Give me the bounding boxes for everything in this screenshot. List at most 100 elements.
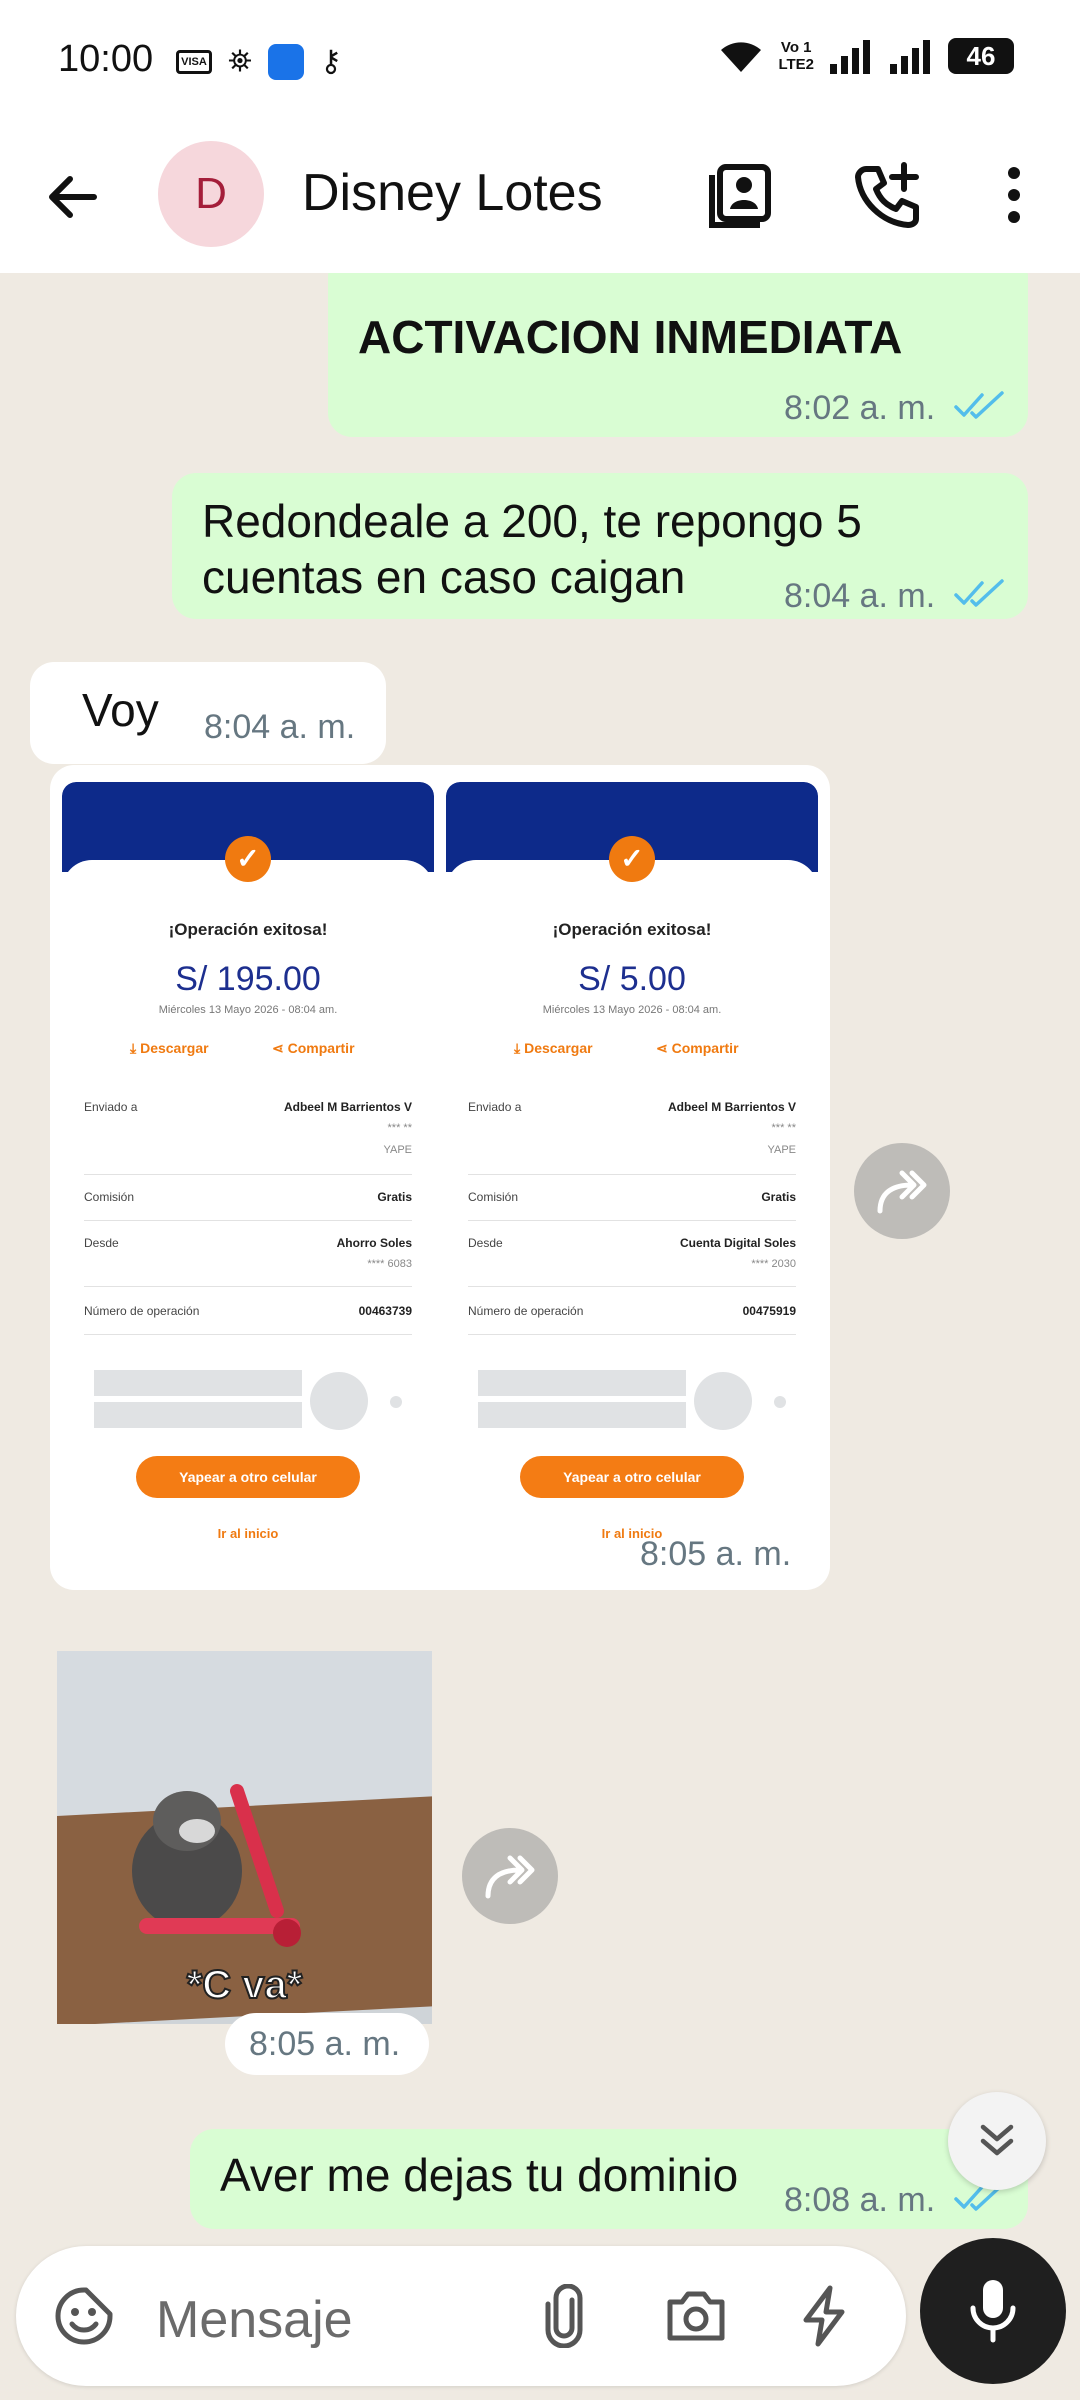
sent-to-method: YAPE [383, 1144, 412, 1156]
more-vert-icon[interactable] [978, 159, 1050, 231]
attach-icon[interactable] [532, 2284, 596, 2348]
receipt-date: Miércoles 13 Mayo 2026 - 08:04 am. [158, 1004, 338, 1016]
from-label: Desde [468, 1236, 503, 1250]
message-time: 8:05 a. m. [640, 1535, 792, 1573]
forward-button[interactable] [462, 1828, 558, 1924]
payment-receipt: ✓ ¡Operación exitosa! S/ 195.00 Miércole… [62, 782, 434, 1562]
download-label: Descargar [524, 1040, 593, 1056]
add-call-icon[interactable] [852, 159, 924, 231]
download-label: Descargar [140, 1040, 209, 1056]
signal-icon [830, 40, 870, 74]
forward-button[interactable] [854, 1143, 950, 1239]
masked-phone: *** ** [771, 1122, 796, 1134]
chat-header: D Disney Lotes [0, 125, 1080, 273]
from-value: Ahorro Soles [336, 1236, 412, 1250]
contact-card-icon[interactable] [706, 159, 778, 231]
payment-receipt: ✓ ¡Operación exitosa! S/ 5.00 Miércoles … [446, 782, 818, 1562]
fee-label: Comisión [84, 1190, 135, 1204]
message-time: 8:04 a. m. [204, 708, 356, 746]
message-time: 8:04 a. m. [784, 577, 936, 615]
read-ticks-icon [954, 579, 1004, 607]
yapear-button: Yapear a otro celular [136, 1456, 360, 1498]
check-icon: ✓ [225, 836, 271, 882]
mic-icon [970, 2280, 1016, 2343]
gif-message[interactable]: *C va* [57, 1651, 432, 2024]
key-icon: ⚷ [320, 45, 342, 78]
receipt-title: ¡Operación exitosa! [552, 920, 712, 939]
message-bubble-outgoing[interactable]: ACTIVACION INMEDIATA 8:02 a. m. [328, 273, 1028, 437]
signal-icon [890, 40, 930, 74]
fee-value: Gratis [377, 1190, 412, 1204]
message-bubble-incoming[interactable]: Voy 8:04 a. m. [30, 662, 386, 764]
bolt-icon[interactable] [792, 2284, 856, 2348]
app-store-icon [268, 44, 304, 80]
operation-number: 00475919 [742, 1304, 796, 1318]
message-time: 8:02 a. m. [784, 389, 936, 427]
message-input-bar: Mensaje [16, 2246, 906, 2386]
message-text: ACTIVACION INMEDIATA [358, 311, 903, 363]
status-time: 10:00 [58, 38, 154, 80]
receipt-title: ¡Operación exitosa! [168, 920, 328, 939]
download-action: ⤓ Descargar [514, 1040, 593, 1056]
read-ticks-icon [954, 391, 1004, 419]
double-chevron-down-icon [980, 2124, 1014, 2156]
volte-icon: Vo 1 LTE2 [778, 39, 814, 73]
fee-value: Gratis [761, 1190, 796, 1204]
system-icons: Vo 1 LTE2 46 [718, 38, 1026, 74]
receipt-amount: S/ 5.00 [578, 960, 686, 998]
message-text: Aver me dejas tu dominio [220, 2149, 739, 2201]
from-account: **** 6083 [367, 1258, 412, 1270]
from-value: Cuenta Digital Soles [679, 1236, 796, 1250]
sent-to-method: YAPE [767, 1144, 796, 1156]
message-bubble-outgoing[interactable]: Aver me dejas tu dominio 8:08 a. m. [190, 2129, 1028, 2229]
sent-to-label: Enviado a [468, 1100, 522, 1114]
home-link: Ir al inicio [217, 1526, 279, 1541]
from-account: **** 2030 [751, 1258, 796, 1270]
yapear-button: Yapear a otro celular [520, 1456, 744, 1498]
message-text: Voy [82, 684, 159, 736]
chat-area[interactable]: ACTIVACION INMEDIATA 8:02 a. m. Redondea… [0, 273, 1080, 2400]
from-label: Desde [84, 1236, 119, 1250]
forward-icon [877, 1170, 927, 1214]
receipt-date: Miércoles 13 Mayo 2026 - 08:04 am. [542, 1004, 722, 1016]
receipt-amount: S/ 195.00 [175, 960, 321, 998]
operation-label: Número de operación [468, 1304, 584, 1318]
notification-icons: VISA ⛯ ⚷ [176, 44, 342, 80]
wifi-icon [721, 42, 762, 72]
operation-label: Número de operación [84, 1304, 200, 1318]
sent-to-value: Adbeel M Barrientos V [667, 1100, 796, 1114]
back-arrow-icon[interactable] [40, 165, 104, 229]
download-action: ⤓ Descargar [130, 1040, 209, 1056]
forward-icon [485, 1855, 535, 1899]
contact-name[interactable]: Disney Lotes [302, 163, 603, 223]
share-action: ⋖ Compartir [656, 1040, 739, 1056]
image-message[interactable]: ✓ ¡Operación exitosa! S/ 195.00 Miércole… [50, 765, 830, 1590]
fee-label: Comisión [468, 1190, 519, 1204]
cat-scooter-image [132, 1784, 301, 1947]
gif-time-pill: 8:05 a. m. [225, 2013, 429, 2075]
message-input[interactable]: Mensaje [156, 2290, 353, 2350]
share-label: Compartir [671, 1040, 739, 1056]
gif-caption: *C va* [186, 1962, 304, 2008]
check-icon: ✓ [609, 836, 655, 882]
volte-line2: LTE2 [778, 56, 814, 73]
battery-icon: 46 [948, 38, 1026, 74]
camera-icon[interactable] [664, 2284, 728, 2348]
message-time: 8:08 a. m. [784, 2181, 936, 2219]
visa-icon: VISA [176, 50, 212, 74]
message-time: 8:05 a. m. [249, 2025, 401, 2063]
sent-to-label: Enviado a [84, 1100, 138, 1114]
avatar[interactable]: D [158, 141, 264, 247]
incognito-icon: ⛯ [228, 45, 252, 78]
sent-to-value: Adbeel M Barrientos V [283, 1100, 412, 1114]
volte-line1: Vo 1 [780, 39, 812, 56]
scroll-to-bottom-button[interactable] [948, 2092, 1046, 2190]
message-bubble-outgoing[interactable]: Redondeale a 200, te repongo 5 cuentas e… [172, 473, 1028, 619]
operation-number: 00463739 [358, 1304, 412, 1318]
mic-button[interactable] [920, 2238, 1066, 2384]
share-label: Compartir [287, 1040, 355, 1056]
masked-phone: *** ** [387, 1122, 412, 1134]
sticker-icon[interactable] [52, 2284, 116, 2348]
share-action: ⋖ Compartir [272, 1040, 355, 1056]
status-bar: 10:00 VISA ⛯ ⚷ Vo 1 LTE2 46 [0, 0, 1080, 125]
